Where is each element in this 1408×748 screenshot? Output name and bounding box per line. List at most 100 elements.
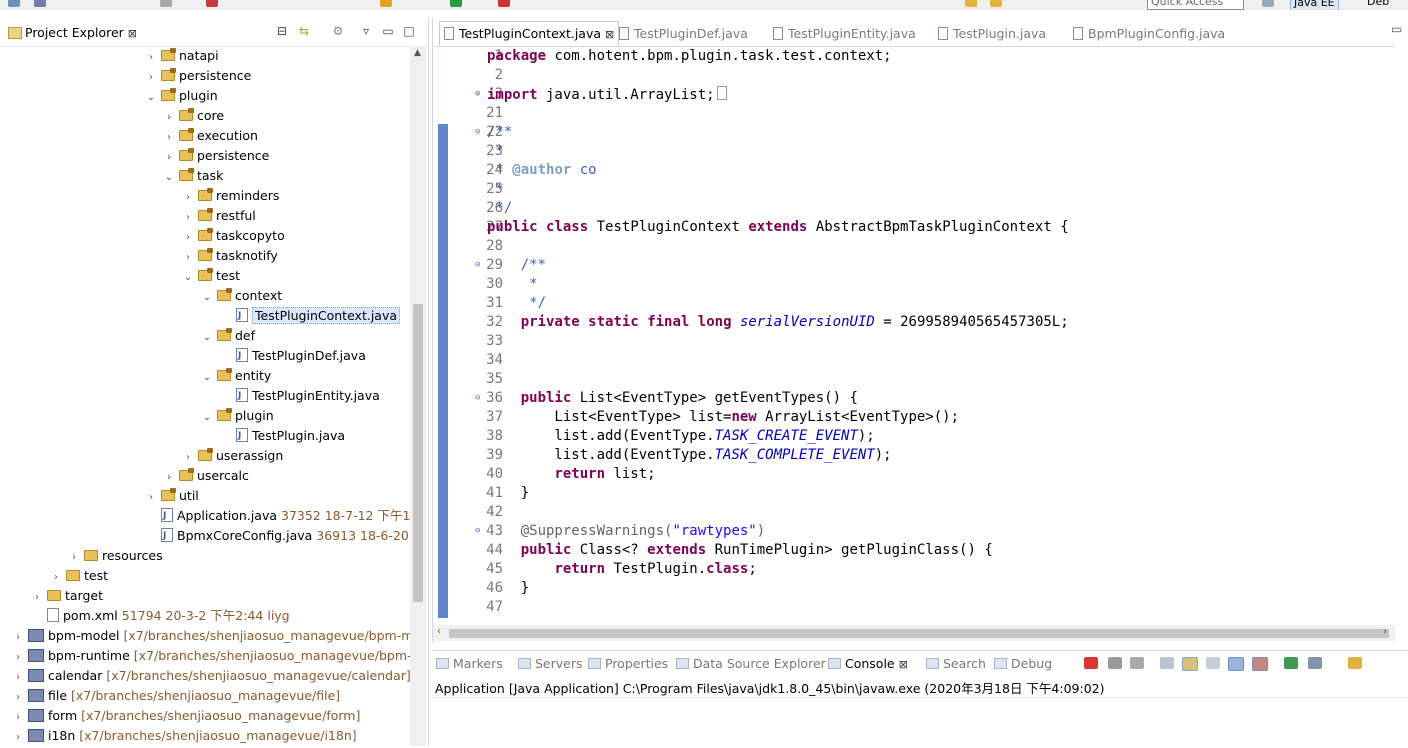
editor-minimize-icon[interactable]: ▭ [1391,22,1402,36]
tree-node[interactable]: TestPlugin.java [220,426,345,446]
collapse-fold-icon[interactable]: ⊖ [475,526,480,536]
explorer-vertical-scrollbar[interactable]: ▲ [410,46,426,746]
code-area[interactable]: 1 package com.hotent.bpm.plugin.task.test… [433,46,1395,626]
collapsed-arrow-icon[interactable]: › [68,548,80,568]
view-menu-icon[interactable]: ▿ [360,25,372,37]
tree-node[interactable]: ⌄ test [182,266,240,286]
collapsed-arrow-icon[interactable]: › [145,68,157,88]
collapsed-arrow-icon[interactable]: › [182,188,194,208]
tree-node[interactable]: ⌄ plugin [201,406,274,426]
display-console-icon[interactable] [1308,657,1322,669]
tree-node[interactable]: › reminders [182,186,279,206]
tree-node[interactable]: › bpm-model [x7/branches/shenjiaosuo_mana… [12,626,410,646]
tree-node[interactable]: › file [x7/branches/shenjiaosuo_managevue… [12,686,340,706]
minimize-icon[interactable]: ▭ [382,25,394,37]
tree-node[interactable]: ⌄ def [201,326,255,346]
show-on-output-icon[interactable] [1228,657,1244,671]
view-tab[interactable]: Data Source Explorer [676,654,826,674]
scroll-right-icon[interactable]: › [1383,626,1387,637]
editor-scrollbar-thumb[interactable] [449,629,1389,638]
tree-node[interactable]: › bpm-runtime [x7/branches/shenjiaosuo_ma… [12,646,410,666]
tree-node[interactable]: › resources [68,546,163,566]
tree-node[interactable]: › target [31,586,103,606]
view-tab[interactable]: Servers [518,654,583,674]
expanded-arrow-icon[interactable]: ⌄ [201,368,213,388]
tree-node[interactable]: › form [x7/branches/shenjiaosuo_managevue… [12,706,360,726]
open-console-icon[interactable] [1348,657,1362,669]
quick-access-input[interactable]: Quick Access [1147,0,1244,10]
editor-tab[interactable]: TestPlugin.java [938,22,1046,46]
debug-icon[interactable] [380,0,392,7]
collapsed-arrow-icon[interactable]: › [50,568,62,588]
expanded-arrow-icon[interactable]: ⌄ [201,408,213,428]
tree-node[interactable]: ⌄ entity [201,366,271,386]
editor-tab[interactable]: TestPluginDef.java [619,22,748,46]
explorer-scrollbar-thumb[interactable] [413,304,423,602]
expanded-arrow-icon[interactable]: ⌄ [145,88,157,108]
collapse-fold-icon[interactable]: ⊖ [475,127,480,137]
clear-console-icon[interactable] [1160,657,1174,669]
tree-node[interactable]: pom.xml 51794 20-3-2 下午2:44 liyg [31,606,290,626]
collapsed-arrow-icon[interactable]: › [145,488,157,508]
view-tab[interactable]: Debug [994,654,1052,674]
tree-node[interactable]: › i18n [x7/branches/shenjiaosuo_managevue… [12,726,357,746]
expanded-arrow-icon[interactable]: ⌄ [201,288,213,308]
collapsed-arrow-icon[interactable]: › [182,448,194,468]
close-icon[interactable]: ⊠ [128,27,137,40]
collapsed-arrow-icon[interactable]: › [163,468,175,488]
open-perspective-icon[interactable] [1262,0,1274,7]
tree-node[interactable]: › userassign [182,446,283,466]
tree-node[interactable]: › natapi [145,46,219,66]
remove-all-icon[interactable] [1130,657,1144,669]
tree-node[interactable]: › calendar [x7/branches/shenjiaosuo_manag… [12,666,410,686]
editor-tab[interactable]: BpmPluginConfig.java [1073,22,1225,46]
view-tab[interactable]: Console ⊠ [828,654,908,674]
tree-node[interactable]: TestPluginDef.java [220,346,366,366]
tree-node[interactable]: › util [145,486,199,506]
close-tab-icon[interactable]: ⊠ [605,28,614,41]
terminate-icon[interactable] [1084,657,1098,669]
close-tab-icon[interactable]: ⊠ [899,658,908,671]
perspective-java-ee[interactable]: Java EE [1290,0,1339,10]
expanded-arrow-icon[interactable]: ⌄ [201,328,213,348]
collapse-all-icon[interactable]: ⊟ [276,25,288,37]
scroll-up-icon[interactable]: ▲ [414,48,421,58]
expand-fold-icon[interactable]: ⊕ [475,89,480,99]
save-icon[interactable] [34,0,46,7]
collapsed-arrow-icon[interactable]: › [163,108,175,128]
tree-node[interactable]: › execution [163,126,258,146]
new-icon[interactable] [8,0,20,7]
tree-node[interactable]: BpmxCoreConfig.java 36913 18-6-20 [145,526,409,546]
tree-node[interactable]: › persistence [163,146,269,166]
collapsed-arrow-icon[interactable]: › [182,208,194,228]
collapsed-arrow-icon[interactable]: › [12,728,24,746]
forward-icon[interactable] [990,0,1002,7]
collapse-fold-icon[interactable]: ⊖ [475,393,480,403]
editor-horizontal-scrollbar[interactable]: ‹ › [433,625,1395,641]
tree-node[interactable]: › usercalc [163,466,249,486]
view-tab[interactable]: Markers [436,654,503,674]
link-with-editor-icon[interactable]: ⇆ [298,25,310,37]
view-tab[interactable]: Search [926,654,986,674]
project-explorer-tab[interactable]: Project Explorer ⊠ [4,20,141,46]
collapsed-arrow-icon[interactable]: › [12,628,24,648]
editor-tab[interactable]: TestPluginContext.java ⊠ [439,21,620,46]
expanded-arrow-icon[interactable]: ⌄ [163,168,175,188]
editor-vertical-scrollbar[interactable] [1395,46,1408,626]
pin-console-icon[interactable] [1284,657,1298,669]
stop-icon[interactable] [206,0,218,7]
editor-tab[interactable]: TestPluginEntity.java [773,22,916,46]
tree-node[interactable]: ⌄ plugin [145,86,218,106]
tree-node[interactable]: › test [50,566,108,586]
tree-node[interactable]: ⌄ task [163,166,223,186]
perspective-debug[interactable]: Deb [1364,0,1392,9]
collapsed-arrow-icon[interactable]: › [12,668,24,688]
collapsed-arrow-icon[interactable]: › [145,48,157,68]
tree-node[interactable]: ⌄ context [201,286,282,306]
remove-launch-icon[interactable] [1108,657,1122,669]
collapsed-arrow-icon[interactable]: › [182,228,194,248]
collapsed-arrow-icon[interactable]: › [163,128,175,148]
tree-node[interactable]: TestPluginContext.java [220,306,401,326]
scroll-left-icon[interactable]: ‹ [437,626,441,637]
tree-node[interactable]: Application.java 37352 18-7-12 下午1:5 [145,506,410,526]
